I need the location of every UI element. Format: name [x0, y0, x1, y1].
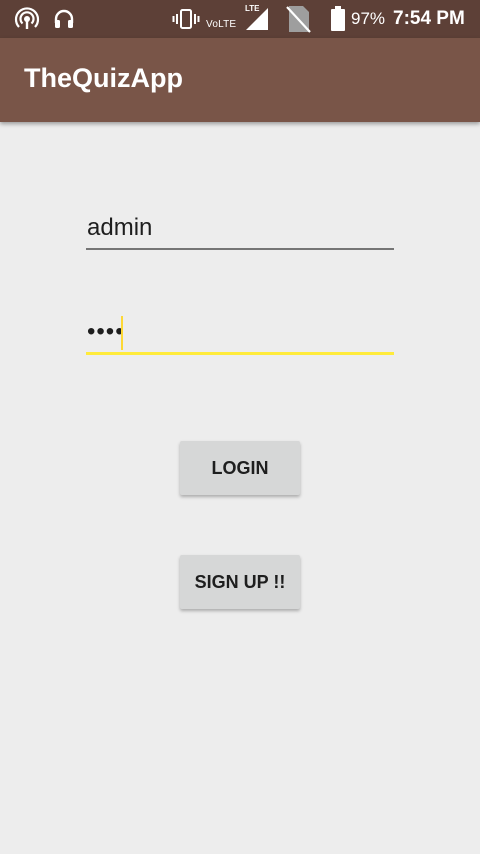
- username-underline: [86, 248, 394, 250]
- battery-percent: 97%: [351, 9, 386, 28]
- hotspot-icon: [14, 0, 40, 38]
- password-underline: [86, 352, 394, 355]
- password-value: ••••: [87, 318, 125, 345]
- username-field[interactable]: admin: [86, 208, 394, 254]
- login-button[interactable]: LOGIN: [180, 441, 300, 495]
- signup-button[interactable]: SIGN UP !!: [180, 555, 300, 609]
- vibrate-icon: [172, 0, 200, 38]
- text-cursor: [121, 316, 123, 350]
- battery-icon: [330, 0, 346, 38]
- app-title: TheQuizApp: [24, 63, 183, 93]
- no-sim-icon: [285, 0, 311, 38]
- lte-label: LTE: [245, 4, 260, 13]
- app-bar: TheQuizApp: [0, 38, 480, 122]
- status-bar: VoLTE LTE 97% 7:54 PM: [0, 0, 480, 38]
- username-value: admin: [87, 214, 153, 241]
- headset-icon: [52, 0, 76, 38]
- password-field[interactable]: ••••: [86, 312, 394, 362]
- clock: 7:54 PM: [393, 8, 465, 29]
